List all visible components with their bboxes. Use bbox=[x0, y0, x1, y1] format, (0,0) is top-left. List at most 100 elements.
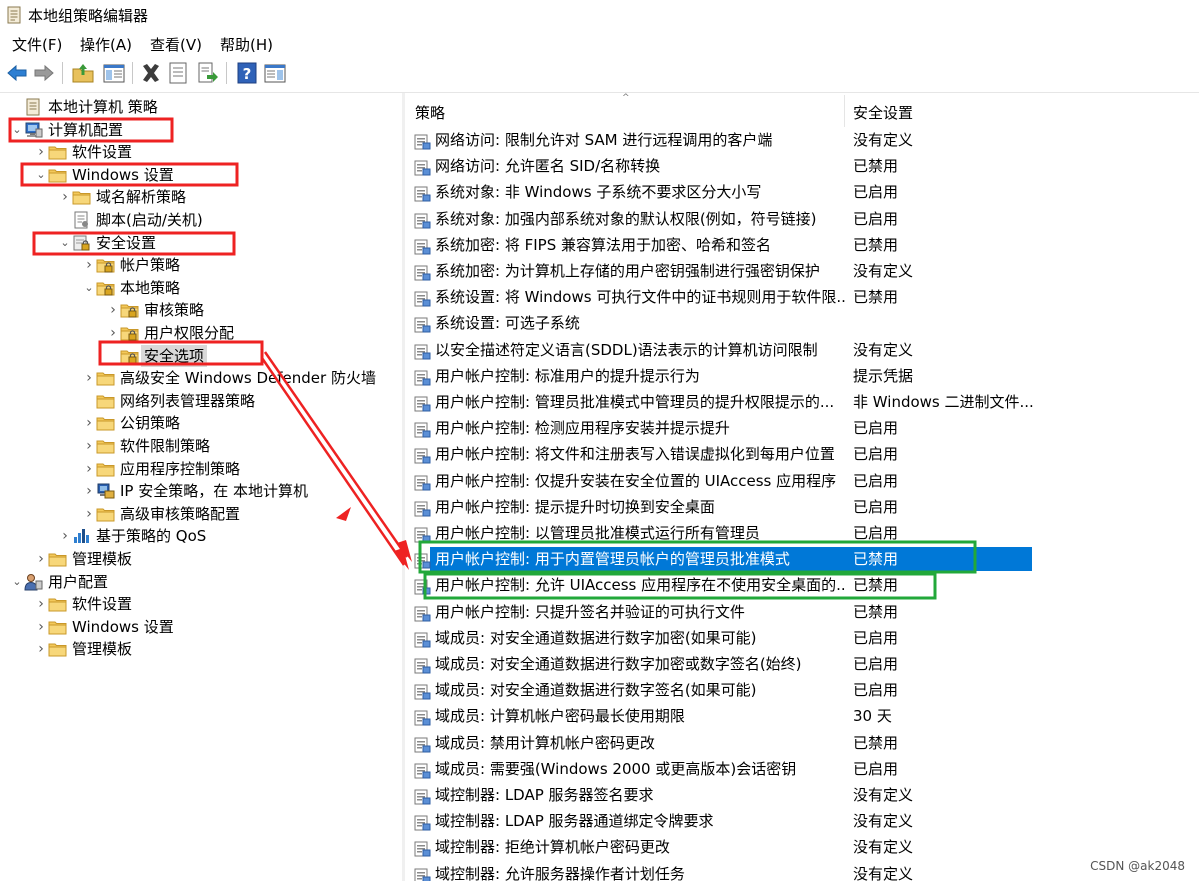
watermark: CSDN @ak2048 bbox=[1090, 859, 1185, 873]
menu-help[interactable]: 帮助(H) bbox=[218, 33, 275, 56]
tree-item-label: 管理模板 bbox=[72, 640, 133, 659]
policy-row[interactable]: 域成员: 对安全通道数据进行数字签名(如果可能) 已启用 bbox=[405, 677, 1199, 703]
policy-row[interactable]: 系统设置: 将 Windows 可执行文件中的证书规则用于软件限... 已禁用 bbox=[405, 284, 1199, 310]
security-setting-cell: 已启用 bbox=[853, 183, 899, 202]
policy-row[interactable]: 用户帐户控制: 管理员批准模式中管理员的提升权限提示的... 非 Windows … bbox=[405, 389, 1199, 415]
chevron-right-icon[interactable]: › bbox=[106, 322, 120, 344]
chevron-right-icon[interactable]: › bbox=[34, 141, 48, 163]
tree-item-label: 管理模板 bbox=[72, 550, 133, 568]
policy-item-icon bbox=[414, 525, 431, 543]
tree-item-label: 审核策略 bbox=[144, 301, 205, 320]
chevron-right-icon[interactable]: › bbox=[34, 616, 48, 638]
chevron-right-icon[interactable]: › bbox=[106, 299, 120, 321]
policy-row[interactable]: 以安全描述符定义语言(SDDL)语法表示的计算机访问限制 没有定义 bbox=[405, 337, 1199, 363]
policy-item-icon bbox=[414, 813, 431, 831]
folder-icon bbox=[96, 414, 115, 432]
chevron-down-icon[interactable]: ⌄ bbox=[10, 571, 24, 593]
policy-row[interactable]: 用户帐户控制: 将文件和注册表写入错误虚拟化到每用户位置 已启用 bbox=[405, 441, 1199, 467]
policy-row[interactable]: 系统对象: 加强内部系统对象的默认权限(例如，符号链接) 已启用 bbox=[405, 206, 1199, 232]
forward-arrow-icon[interactable] bbox=[32, 61, 56, 85]
security-setting-cell: 30 天 bbox=[853, 707, 892, 726]
chevron-down-icon[interactable]: ⌄ bbox=[34, 164, 48, 186]
security-setting-cell: 已启用 bbox=[853, 497, 899, 516]
chevron-right-icon[interactable]: › bbox=[82, 480, 96, 502]
tree-item-label: 本地计算机 策略 bbox=[48, 98, 158, 116]
policy-row[interactable]: 网络访问: 允许匿名 SID/名称转换 已禁用 bbox=[405, 153, 1199, 179]
toolbar: ? bbox=[0, 56, 1199, 93]
policy-item-icon bbox=[414, 184, 431, 202]
policy-row[interactable]: 域控制器: 拒绝计算机帐户密码更改 没有定义 bbox=[405, 834, 1199, 860]
policy-row[interactable]: 用户帐户控制: 允许 UIAccess 应用程序在不使用安全桌面的... 已禁用 bbox=[405, 572, 1199, 598]
chevron-right-icon[interactable]: › bbox=[82, 458, 96, 480]
chevron-right-icon[interactable]: › bbox=[82, 412, 96, 434]
folder-icon bbox=[96, 505, 115, 523]
policy-item-icon bbox=[414, 735, 431, 753]
menu-action[interactable]: 操作(A) bbox=[78, 33, 134, 56]
security-setting-cell: 没有定义 bbox=[853, 131, 914, 149]
policy-row[interactable]: 用户帐户控制: 检测应用程序安装并提示提升 已启用 bbox=[405, 415, 1199, 441]
policy-row[interactable]: 用户帐户控制: 标准用户的提升提示行为 提示凭据 bbox=[405, 363, 1199, 389]
policy-item-icon bbox=[414, 708, 431, 726]
security-setting-cell: 已启用 bbox=[853, 759, 899, 778]
chevron-right-icon[interactable]: › bbox=[58, 186, 72, 208]
console-tree-icon[interactable] bbox=[102, 61, 126, 85]
chevron-right-icon[interactable]: › bbox=[34, 638, 48, 660]
policy-item-icon bbox=[414, 420, 431, 438]
menu-view[interactable]: 查看(V) bbox=[148, 33, 204, 56]
back-arrow-icon[interactable] bbox=[5, 61, 29, 85]
action-pane-icon[interactable] bbox=[263, 61, 287, 85]
export-icon[interactable] bbox=[196, 61, 220, 85]
properties-icon[interactable] bbox=[166, 61, 190, 85]
policy-row[interactable]: 系统对象: 非 Windows 子系统不要求区分大小写 已启用 bbox=[405, 179, 1199, 205]
help-icon[interactable]: ? bbox=[235, 61, 259, 85]
chevron-down-icon[interactable]: ⌄ bbox=[10, 119, 24, 141]
column-header-security-setting[interactable]: 安全设置 bbox=[853, 102, 913, 123]
tree-item-label: 软件设置 bbox=[72, 595, 133, 614]
chevron-down-icon[interactable]: ⌄ bbox=[58, 232, 72, 254]
chevron-right-icon[interactable]: › bbox=[82, 367, 96, 389]
policy-row[interactable]: 域控制器: LDAP 服务器通道绑定令牌要求 没有定义 bbox=[405, 808, 1199, 834]
policy-row[interactable]: 系统加密: 将 FIPS 兼容算法用于加密、哈希和签名 已禁用 bbox=[405, 232, 1199, 258]
policy-row[interactable]: 域控制器: LDAP 服务器签名要求 没有定义 bbox=[405, 782, 1199, 808]
policy-row[interactable]: 域成员: 需要强(Windows 2000 或更高版本)会话密钥 已启用 bbox=[405, 756, 1199, 782]
chevron-right-icon[interactable]: › bbox=[34, 548, 48, 570]
folder-up-icon[interactable] bbox=[71, 61, 95, 85]
policy-row[interactable]: 用户帐户控制: 只提升签名并验证的可执行文件 已禁用 bbox=[405, 599, 1199, 625]
chevron-right-icon[interactable]: › bbox=[58, 525, 72, 547]
policy-row[interactable]: 系统设置: 可选子系统 bbox=[405, 310, 1199, 336]
folder-icon bbox=[96, 392, 115, 410]
column-header-policy[interactable]: 策略 bbox=[415, 102, 445, 123]
policy-row[interactable]: 域控制器: 允许服务器操作者计划任务 没有定义 bbox=[405, 861, 1199, 881]
gpedit-window: 本地组策略编辑器 文件(F) 操作(A) 查看(V) 帮助(H) ? 本地计算机… bbox=[0, 0, 1199, 881]
policy-row[interactable]: 用户帐户控制: 仅提升安装在安全位置的 UIAccess 应用程序 已启用 bbox=[405, 468, 1199, 494]
policy-row[interactable]: 域成员: 禁用计算机帐户密码更改 已禁用 bbox=[405, 730, 1199, 756]
policy-row[interactable]: 用户帐户控制: 用于内置管理员帐户的管理员批准模式 已禁用 bbox=[405, 546, 1199, 572]
ip-security-icon bbox=[96, 482, 115, 500]
security-setting-cell: 已禁用 bbox=[853, 235, 899, 254]
policy-row[interactable]: 用户帐户控制: 提示提升时切换到安全桌面 已启用 bbox=[405, 494, 1199, 520]
folder-icon bbox=[96, 437, 115, 455]
policy-row[interactable]: 网络访问: 限制允许对 SAM 进行远程调用的客户端 没有定义 bbox=[405, 127, 1199, 153]
policy-row[interactable]: 用户帐户控制: 以管理员批准模式运行所有管理员 已启用 bbox=[405, 520, 1199, 546]
policy-item-icon bbox=[414, 761, 431, 779]
policy-row[interactable]: 域成员: 对安全通道数据进行数字加密或数字签名(始终) 已启用 bbox=[405, 651, 1199, 677]
window-title: 本地组策略编辑器 bbox=[28, 7, 149, 25]
folder-icon bbox=[96, 460, 115, 478]
tree-item-label: 本地策略 bbox=[120, 278, 181, 297]
security-setting-cell: 没有定义 bbox=[853, 812, 914, 831]
user-icon bbox=[24, 573, 43, 591]
tree-item-label: 安全选项 bbox=[141, 344, 208, 367]
policy-row[interactable]: 域成员: 计算机帐户密码最长使用期限 30 天 bbox=[405, 703, 1199, 729]
chevron-right-icon[interactable]: › bbox=[82, 435, 96, 457]
tree-item-label: 安全设置 bbox=[96, 233, 157, 252]
column-divider[interactable] bbox=[844, 95, 845, 127]
policy-item-icon bbox=[414, 473, 431, 491]
chevron-down-icon[interactable]: ⌄ bbox=[82, 277, 96, 299]
policy-row[interactable]: 域成员: 对安全通道数据进行数字加密(如果可能) 已启用 bbox=[405, 625, 1199, 651]
delete-x-icon[interactable] bbox=[139, 61, 163, 85]
policy-row[interactable]: 系统加密: 为计算机上存储的用户密钥强制进行强密钥保护 没有定义 bbox=[405, 258, 1199, 284]
chevron-right-icon[interactable]: › bbox=[82, 254, 96, 276]
menu-file[interactable]: 文件(F) bbox=[10, 33, 64, 56]
chevron-right-icon[interactable]: › bbox=[82, 503, 96, 525]
chevron-right-icon[interactable]: › bbox=[34, 593, 48, 615]
